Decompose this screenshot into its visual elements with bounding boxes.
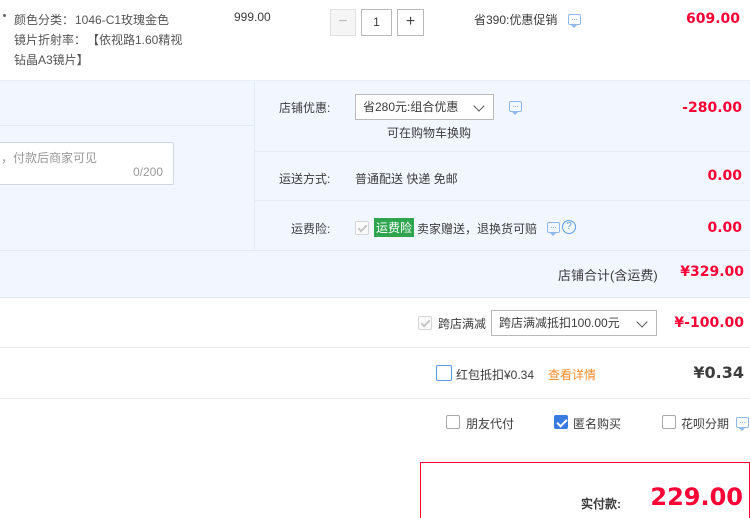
insurance-label: 运费险: bbox=[291, 222, 331, 236]
insurance-checkbox[interactable] bbox=[355, 221, 369, 235]
item-row: 颜色分类： 1046-C1玫瑰金色 镜片折射率： 【依视路1.60精视 钻晶A3… bbox=[0, 0, 750, 80]
shop-panel: ，付款后商家可见 0/200 店铺优惠: 省280元:组合优惠 可在购物车换购 … bbox=[0, 81, 750, 298]
attr-lens-label: 镜片折射率： bbox=[14, 33, 87, 47]
pay-box: 实付款: 229.00 bbox=[420, 462, 750, 518]
shipping-amount: 0.00 bbox=[707, 168, 742, 184]
shipping-value: 普通配送 快递 免邮 bbox=[355, 172, 458, 186]
friend-pay-checkbox[interactable] bbox=[446, 415, 460, 429]
insurance-amount: 0.00 bbox=[707, 220, 742, 236]
attr-lens-value: 【依视路1.60精视 bbox=[87, 33, 183, 47]
chat-icon[interactable] bbox=[568, 14, 581, 28]
attr-lens-value-line2: 钻晶A3镜片】 bbox=[14, 53, 89, 67]
pay-label: 实付款: bbox=[581, 497, 621, 511]
unit-price: 999.00 bbox=[234, 10, 271, 24]
cross-store-checkbox[interactable] bbox=[418, 316, 432, 330]
divider bbox=[255, 151, 750, 152]
red-packet-details-link[interactable]: 查看详情 bbox=[548, 366, 596, 383]
insurance-badge: 运费险 bbox=[374, 218, 415, 237]
shop-total-label: 店铺合计(含运费) bbox=[558, 268, 658, 283]
chat-icon[interactable] bbox=[509, 101, 522, 115]
red-packet-row: 红包抵扣¥0.34 查看详情 ¥0.34 bbox=[0, 349, 750, 399]
promo-text: 省390:优惠促销 bbox=[474, 13, 558, 27]
shop-discount-select-value: 省280元:组合优惠 bbox=[363, 100, 459, 114]
message-count: 0/200 bbox=[132, 165, 163, 179]
cross-store-select-value: 跨店满减抵扣100.00元 bbox=[499, 316, 620, 330]
right-panel: 店铺优惠: 省280元:组合优惠 可在购物车换购 -280.00 运送方式: 普… bbox=[254, 81, 750, 251]
divider bbox=[255, 200, 750, 201]
shop-total-amount: ¥329.00 bbox=[680, 264, 744, 280]
red-packet-checkbox[interactable] bbox=[436, 365, 452, 381]
options-row: 朋友代付 匿名购买 花呗分期 bbox=[0, 400, 750, 448]
quantity-input[interactable]: 1 bbox=[361, 9, 392, 36]
left-separator bbox=[0, 125, 254, 126]
installment-checkbox[interactable] bbox=[662, 415, 676, 429]
installment-label: 花呗分期 bbox=[681, 417, 730, 431]
shipping-label: 运送方式: bbox=[279, 172, 331, 186]
shop-discount-note: 可在购物车换购 bbox=[387, 126, 472, 140]
shop-discount-amount: -280.00 bbox=[682, 100, 742, 116]
bullet-dot bbox=[3, 14, 6, 17]
attr-color-label: 颜色分类： bbox=[14, 13, 75, 27]
cross-store-amount: ¥-100.00 bbox=[674, 315, 744, 331]
anonymous-label: 匿名购买 bbox=[573, 417, 622, 431]
friend-pay-label: 朋友代付 bbox=[466, 417, 515, 431]
cross-store-label: 跨店满减 bbox=[438, 317, 487, 331]
item-subtotal: 609.00 bbox=[685, 11, 740, 27]
help-icon[interactable]: ? bbox=[562, 220, 576, 234]
quantity-minus-button[interactable]: − bbox=[330, 9, 356, 36]
cross-store-select[interactable]: 跨店满减抵扣100.00元 bbox=[491, 310, 657, 336]
message-textarea[interactable]: ，付款后商家可见 0/200 bbox=[0, 142, 174, 185]
message-placeholder: ，付款后商家可见 bbox=[1, 151, 98, 165]
red-packet-amount: ¥0.34 bbox=[693, 363, 744, 382]
cross-store-row: 跨店满减 跨店满减抵扣100.00元 ¥-100.00 bbox=[0, 299, 750, 348]
quantity-stepper: − 1 + bbox=[330, 9, 424, 36]
red-packet-label: 红包抵扣¥0.34 bbox=[456, 368, 535, 382]
shop-discount-select[interactable]: 省280元:组合优惠 bbox=[355, 94, 494, 120]
attr-color-value: 1046-C1玫瑰金色 bbox=[75, 13, 170, 27]
chevron-down-icon bbox=[473, 100, 485, 112]
pay-amount: 229.00 bbox=[650, 483, 743, 511]
quantity-plus-button[interactable]: + bbox=[397, 9, 424, 36]
anonymous-checkbox[interactable] bbox=[554, 415, 568, 429]
chat-icon[interactable] bbox=[736, 417, 749, 431]
insurance-text: 卖家赠送，退换货可赔 bbox=[417, 222, 538, 236]
divider bbox=[0, 250, 750, 251]
chat-icon[interactable] bbox=[547, 222, 560, 236]
chevron-down-icon bbox=[636, 316, 648, 328]
shop-discount-label: 店铺优惠: bbox=[279, 101, 331, 115]
